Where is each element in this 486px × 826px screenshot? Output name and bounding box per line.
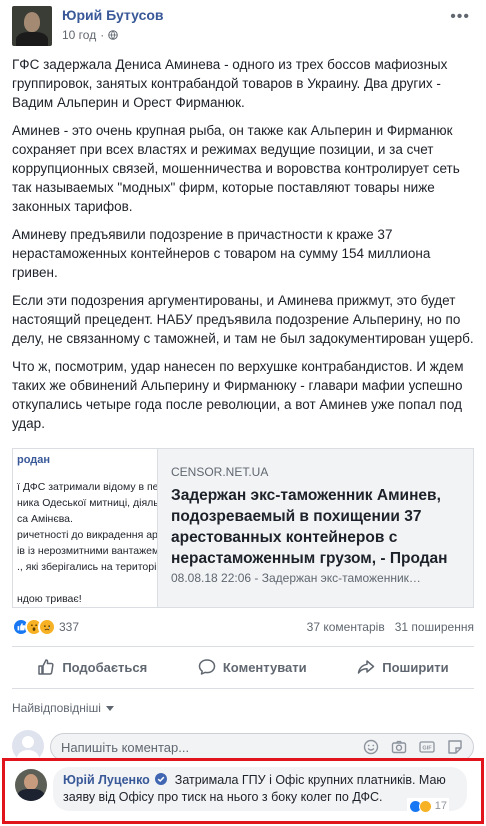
- avatar-face: [24, 12, 40, 32]
- divider: [12, 688, 474, 689]
- link-description: 08.08.18 22:06 - Задержан экс-таможенник…: [171, 571, 421, 585]
- link-domain: CENSOR.NET.UA: [171, 465, 269, 479]
- link-title[interactable]: Задержан экс-таможенник Аминев, подозрев…: [171, 485, 461, 569]
- avatar-face: [24, 774, 38, 790]
- emoji-icon[interactable]: [363, 739, 379, 755]
- thumbnail-line: ., які зберігались на територі М: [17, 561, 158, 573]
- share-label: Поширити: [382, 659, 449, 675]
- gif-icon[interactable]: GIF: [419, 739, 435, 755]
- comment-reactions[interactable]: 17: [406, 798, 449, 815]
- commenter-avatar[interactable]: [15, 769, 47, 801]
- stats-right: 37 коментарів 31 поширення: [307, 620, 474, 634]
- thumbnail-line: [17, 575, 157, 591]
- comment-bubble: Юрій Луценко Затримала ГПУ і Офіс крупни…: [53, 767, 467, 815]
- highlighted-comment: Юрій Луценко Затримала ГПУ і Офіс крупни…: [2, 758, 484, 824]
- link-info[interactable]: CENSOR.NET.UA Задержан экс-таможенник Ам…: [171, 449, 465, 607]
- comment-placeholder: Напишіть коментар...: [61, 740, 190, 755]
- comment-sort-dropdown[interactable]: Найвідповідніші: [12, 701, 114, 715]
- post-stats: 337 37 коментарів 31 поширення: [12, 618, 474, 638]
- more-options-icon[interactable]: •••: [450, 8, 470, 26]
- avatar-suit: [17, 789, 45, 801]
- verified-badge-icon: [155, 773, 168, 785]
- author-name[interactable]: Юрий Бутусов: [62, 7, 164, 23]
- post-meta: 10 год ·: [62, 28, 119, 42]
- link-preview-card[interactable]: родан ї ДФС затримали відому в певн ника…: [12, 448, 474, 608]
- thumbnail-title: родан: [17, 454, 51, 466]
- comment-label: Коментувати: [222, 659, 307, 675]
- thumbnail-line: ів із нерозмитними вантажем с: [17, 545, 158, 557]
- link-thumbnail: родан ї ДФС затримали відому в певн ника…: [13, 449, 158, 607]
- comment-reaction-count: 17: [434, 800, 447, 812]
- post-actions: Подобається Коментувати Поширити: [12, 651, 474, 683]
- thumbnail-line: ричетності до викрадення ареш: [17, 529, 158, 541]
- post-time[interactable]: 10 год: [62, 28, 96, 42]
- share-icon: [358, 660, 375, 674]
- meta-separator: ·: [100, 28, 105, 42]
- post-text: ГФС задержала Дениса Аминева - одного из…: [12, 55, 474, 442]
- comment-input[interactable]: Напишіть коментар... GIF: [50, 733, 474, 761]
- reaction-count: 337: [59, 620, 80, 634]
- comments-count[interactable]: 37 коментарів: [307, 620, 385, 634]
- divider: [12, 646, 474, 647]
- reaction-summary[interactable]: 337: [12, 618, 79, 636]
- post-paragraph: Что ж, посмотрим, удар нанесен по верхуш…: [12, 359, 464, 431]
- comment-icon: [198, 659, 216, 675]
- thumbnail-line: ї ДФС затримали відому в певн: [17, 481, 158, 493]
- like-button[interactable]: Подобається: [37, 658, 147, 676]
- post-paragraph: Если эти подозрения аргументированы, и А…: [12, 293, 474, 346]
- avatar-head: [22, 736, 34, 748]
- author-avatar[interactable]: [12, 6, 52, 46]
- thumbs-up-icon: [38, 659, 54, 675]
- camera-icon[interactable]: [391, 739, 407, 755]
- thumbnail-text: ї ДФС затримали відому в певн ника Одесь…: [17, 479, 158, 607]
- thumbnail-line: са Амінєва.: [17, 513, 73, 525]
- post-paragraph: Аминеву предъявили подозрение в причастн…: [12, 227, 431, 280]
- composer-icons: GIF: [363, 739, 463, 755]
- like-label: Подобається: [62, 659, 148, 675]
- avatar-shirt: [16, 32, 48, 46]
- commenter-name[interactable]: Юрій Луценко: [63, 773, 150, 787]
- chevron-down-icon: [105, 705, 114, 711]
- sticker-icon[interactable]: [447, 739, 463, 755]
- comment-button[interactable]: Коментувати: [198, 658, 307, 676]
- thumbnail-line: ника Одеської митниці, діяльніст: [17, 497, 157, 509]
- post-paragraph: ГФС задержала Дениса Аминева - одного из…: [12, 57, 448, 110]
- globe-icon: [108, 30, 119, 40]
- sort-label: Найвідповідніші: [12, 701, 101, 715]
- svg-text:GIF: GIF: [422, 746, 432, 752]
- shares-count[interactable]: 31 поширення: [395, 620, 474, 634]
- wow-reaction-icon: [418, 800, 432, 813]
- share-button[interactable]: Поширити: [357, 658, 449, 676]
- sad-reaction-icon: [38, 618, 56, 636]
- post-paragraph: Аминев - это очень крупная рыба, он такж…: [12, 123, 460, 214]
- post-header: Юрий Бутусов 10 год · •••: [12, 6, 474, 46]
- thumbnail-line: ндою триває!: [17, 593, 82, 605]
